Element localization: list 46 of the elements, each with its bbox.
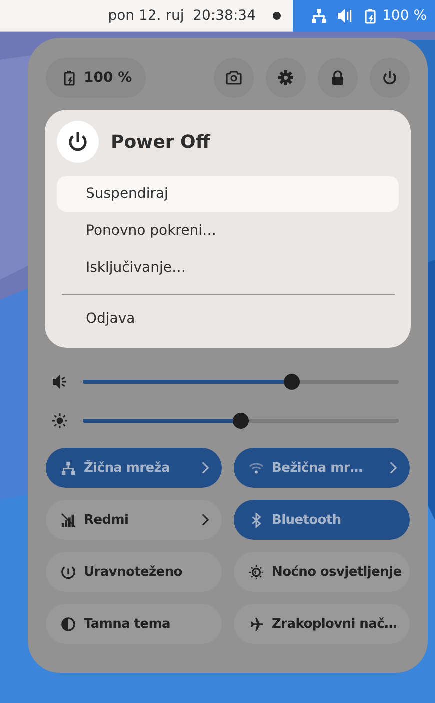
brightness-icon: [52, 413, 68, 429]
battery-percentage: 100 %: [382, 8, 427, 24]
slider-handle[interactable]: [284, 374, 300, 390]
wired-network-icon: [61, 460, 76, 476]
lock-icon: [330, 70, 346, 86]
quick-toggle[interactable]: Bežična mr…: [234, 448, 410, 488]
brightness-slider[interactable]: [83, 413, 399, 429]
wifi-icon: [249, 460, 264, 476]
slider-handle[interactable]: [233, 413, 249, 429]
menu-title: Power Off: [111, 132, 210, 152]
quick-toggle[interactable]: Noćno osvjetljenje: [234, 552, 410, 592]
battery-charging-icon: [62, 70, 78, 86]
sun-icon: [249, 564, 264, 580]
settings-icon: [278, 70, 294, 86]
signal-bars-icon: [61, 512, 76, 528]
chevron-right-icon[interactable]: [201, 461, 210, 475]
power-icon: [67, 131, 89, 153]
menu-item[interactable]: Isključivanje…: [57, 250, 399, 286]
quick-toggle[interactable]: Redmi: [46, 500, 222, 540]
menu-item[interactable]: Ponovno pokreni…: [57, 213, 399, 249]
volume-slider[interactable]: [83, 374, 399, 390]
contrast-icon: [61, 616, 76, 632]
power-button[interactable]: [370, 58, 410, 98]
battery-status: 100 %: [46, 58, 146, 98]
quick-toggle[interactable]: Bluetooth: [234, 500, 410, 540]
notification-dot-icon: [273, 12, 281, 20]
screenshot-button[interactable]: [214, 58, 254, 98]
camera-icon: [226, 70, 242, 86]
chevron-right-icon[interactable]: [201, 513, 210, 527]
volume-icon: [336, 8, 353, 24]
system-status-area[interactable]: 100 %: [293, 0, 435, 32]
menu-item[interactable]: Suspendiraj: [57, 176, 399, 212]
quick-toggle[interactable]: Žična mreža: [46, 448, 222, 488]
chevron-right-icon[interactable]: [389, 461, 398, 475]
volume-icon: [52, 374, 68, 390]
menu-item[interactable]: Odjava: [57, 301, 399, 337]
settings-button[interactable]: [266, 58, 306, 98]
battery-charging-icon: [362, 8, 379, 24]
power-icon: [382, 70, 398, 86]
wired-network-icon: [310, 8, 327, 24]
airplane-icon: [249, 616, 264, 632]
lock-button[interactable]: [318, 58, 358, 98]
quick-toggle[interactable]: Uravnoteženo: [46, 552, 222, 592]
quick-toggle[interactable]: Zrakoplovni nač…: [234, 604, 410, 644]
quick-toggle[interactable]: Tamna tema: [46, 604, 222, 644]
gauge-icon: [61, 564, 76, 580]
